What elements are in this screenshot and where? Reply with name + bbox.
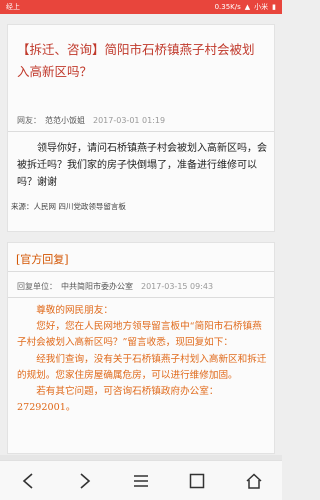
reply-unit-label: 回复单位： [17,282,57,291]
question-source: 来源：人民网 四川党政领导留言板 [11,202,126,211]
tabs-icon[interactable] [177,466,217,496]
reply-paragraph: 您好，您在人民网地方领导留言板中“简阳市石桥镇燕子村会被划入高新区吗？”留言收悉… [17,321,262,349]
question-meta: 网友： 范范小饭姐 2017-03-01 01:19 [17,115,267,126]
author-name[interactable]: 范范小饭姐 [45,116,85,125]
forward-icon[interactable] [65,466,105,496]
wifi-icon: ▲ [244,3,251,11]
status-left: 经上 [6,3,20,11]
reply-divider-bottom [8,297,274,298]
browser-nav-bar [0,460,282,500]
status-bar: 经上 0.35K/s ▲ 小米 ▮ [0,0,282,14]
back-icon[interactable] [8,466,48,496]
reply-paragraph: 若有其它问题，可咨询石桥镇政府办公室：27292001。 [17,386,219,414]
reply-tag: [官方回复] [16,253,69,266]
reply-greeting: 尊敬的网民朋友： [36,305,113,316]
question-card: 【拆迁、咨询】简阳市石桥镇燕子村会被划入高新区吗？ 网友： 范范小饭姐 2017-0… [7,24,275,232]
reply-meta: 回复单位： 中共简阳市委办公室 2017-03-15 09:43 [17,281,267,292]
carrier: 小米 [254,3,269,11]
network-speed: 0.35K/s [214,3,241,11]
battery-icon: ▮ [272,3,276,11]
author-label: 网友： [17,116,41,125]
question-tag: 【拆迁、咨询】 [17,42,105,57]
reply-time: 2017-03-15 09:43 [141,282,214,291]
reply-body: 尊敬的网民朋友： 您好，您在人民网地方领导留言板中“简阳市石桥镇燕子村会被划入高… [17,303,271,416]
reply-paragraph: 经我们查询，没有关于石桥镇燕子村划入高新区和拆迁的规划。您家住房屋确属危房，可以… [17,353,267,381]
question-time: 2017-03-01 01:19 [93,116,166,125]
reply-divider-top [8,271,274,272]
reply-card: [官方回复] 回复单位： 中共简阳市委办公室 2017-03-15 09:43 尊敬… [7,242,275,454]
menu-icon[interactable] [121,466,161,496]
question-body: 领导你好，请问石桥镇燕子村会被划入高新区吗，会被拆迁吗？我们家的房子快倒塌了，准… [17,143,267,188]
reply-unit: 中共简阳市委办公室 [61,282,133,291]
homepage-icon[interactable] [234,466,274,496]
question-divider [8,131,274,132]
status-right: 0.35K/s ▲ 小米 ▮ [215,0,276,14]
question-title: 【拆迁、咨询】简阳市石桥镇燕子村会被划入高新区吗？ [17,39,267,83]
